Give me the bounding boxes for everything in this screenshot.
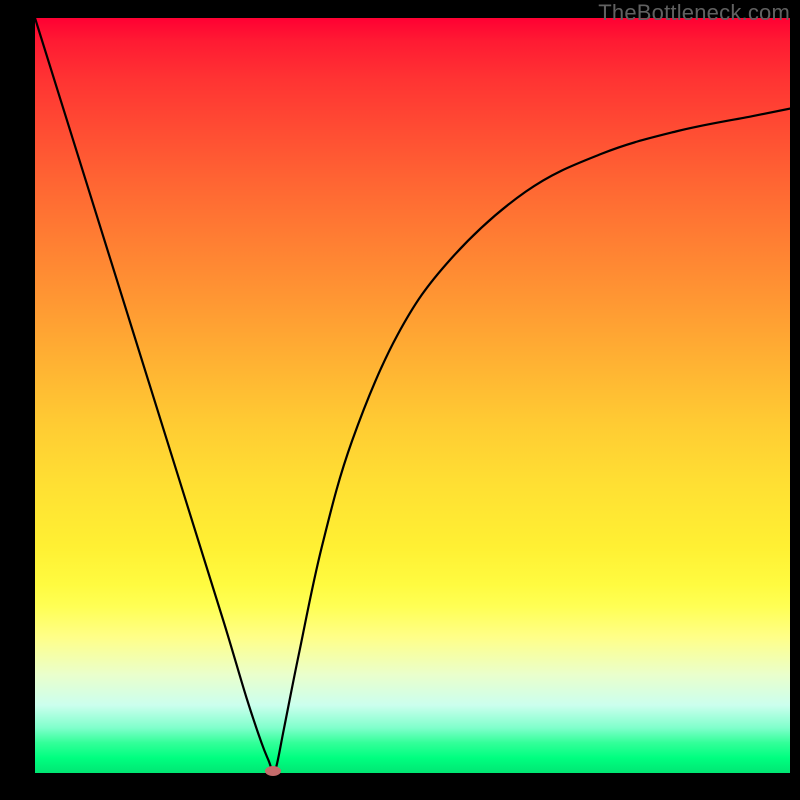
plot-gradient-background xyxy=(35,18,790,773)
chart-frame: TheBottleneck.com xyxy=(0,0,800,800)
watermark-text: TheBottleneck.com xyxy=(598,0,790,26)
